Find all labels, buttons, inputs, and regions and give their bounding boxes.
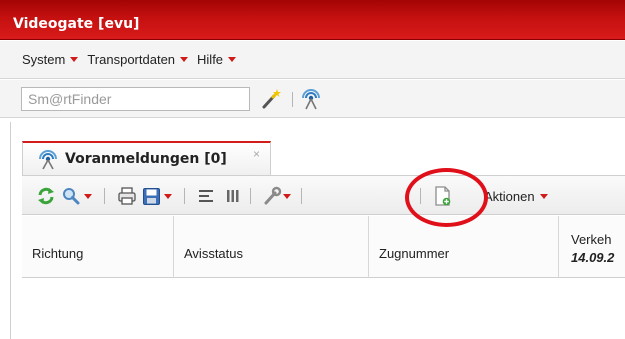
column-header-zugnummer[interactable]: Zugnummer [369,216,559,278]
chevron-down-icon[interactable] [84,176,94,216]
menu-hilfe[interactable]: Hilfe [197,52,237,67]
separator [184,188,185,204]
separator [301,188,302,204]
title-bar: Videogate [evu] [0,0,625,40]
separator [420,188,421,204]
toolbar: Aktionen [22,175,625,215]
column-header-richtung[interactable]: Richtung [22,216,174,278]
column-label: Avisstatus [184,246,244,261]
menu-transportdaten[interactable]: Transportdaten [87,52,189,67]
columns-icon[interactable] [225,176,243,216]
radar-icon [37,148,59,170]
tab-label: Voranmeldungen [0] [65,151,227,167]
smartfinder-input[interactable] [21,87,250,111]
aktionen-label: Aktionen [484,188,535,204]
caret-down-icon [539,193,548,199]
separator [250,188,251,204]
caret-down-icon [180,57,189,62]
menu-hilfe-label: Hilfe [197,52,224,67]
window-title: Videogate [evu] [13,16,140,32]
radar-icon[interactable] [300,87,322,111]
tab-voranmeldungen[interactable]: Voranmeldungen [0] × [22,141,271,175]
smartfinder-bar [0,80,625,118]
chevron-down-icon[interactable] [283,176,293,216]
column-header-avisstatus[interactable]: Avisstatus [174,216,369,278]
wrench-icon[interactable] [262,176,282,216]
menu-system[interactable]: System [22,52,79,67]
refresh-icon[interactable] [36,176,58,216]
chevron-down-icon[interactable] [164,176,174,216]
column-date: 14.09.2 [571,250,615,265]
menu-transportdaten-label: Transportdaten [87,52,176,67]
aktionen-menu[interactable]: Aktionen [484,176,548,216]
magic-wand-icon[interactable] [260,88,282,110]
column-header-verkehr[interactable]: Verkeh 14.09.2 [559,216,625,278]
menu-bar: System Transportdaten Hilfe [0,41,625,79]
align-left-icon[interactable] [198,176,216,216]
new-document-icon[interactable] [434,176,454,216]
column-label: Verkeh [571,232,612,247]
separator [104,188,105,204]
print-icon[interactable] [117,176,139,216]
menu-system-label: System [22,52,66,67]
grid-header: Richtung Avisstatus Zugnummer Verkeh 14.… [22,216,625,278]
search-icon[interactable] [62,176,84,216]
column-label: Richtung [32,246,84,261]
save-icon[interactable] [142,176,162,216]
caret-down-icon [228,57,237,62]
close-icon[interactable]: × [253,147,260,161]
column-label: Zugnummer [379,246,450,261]
separator [292,92,293,107]
caret-down-icon [70,57,79,62]
